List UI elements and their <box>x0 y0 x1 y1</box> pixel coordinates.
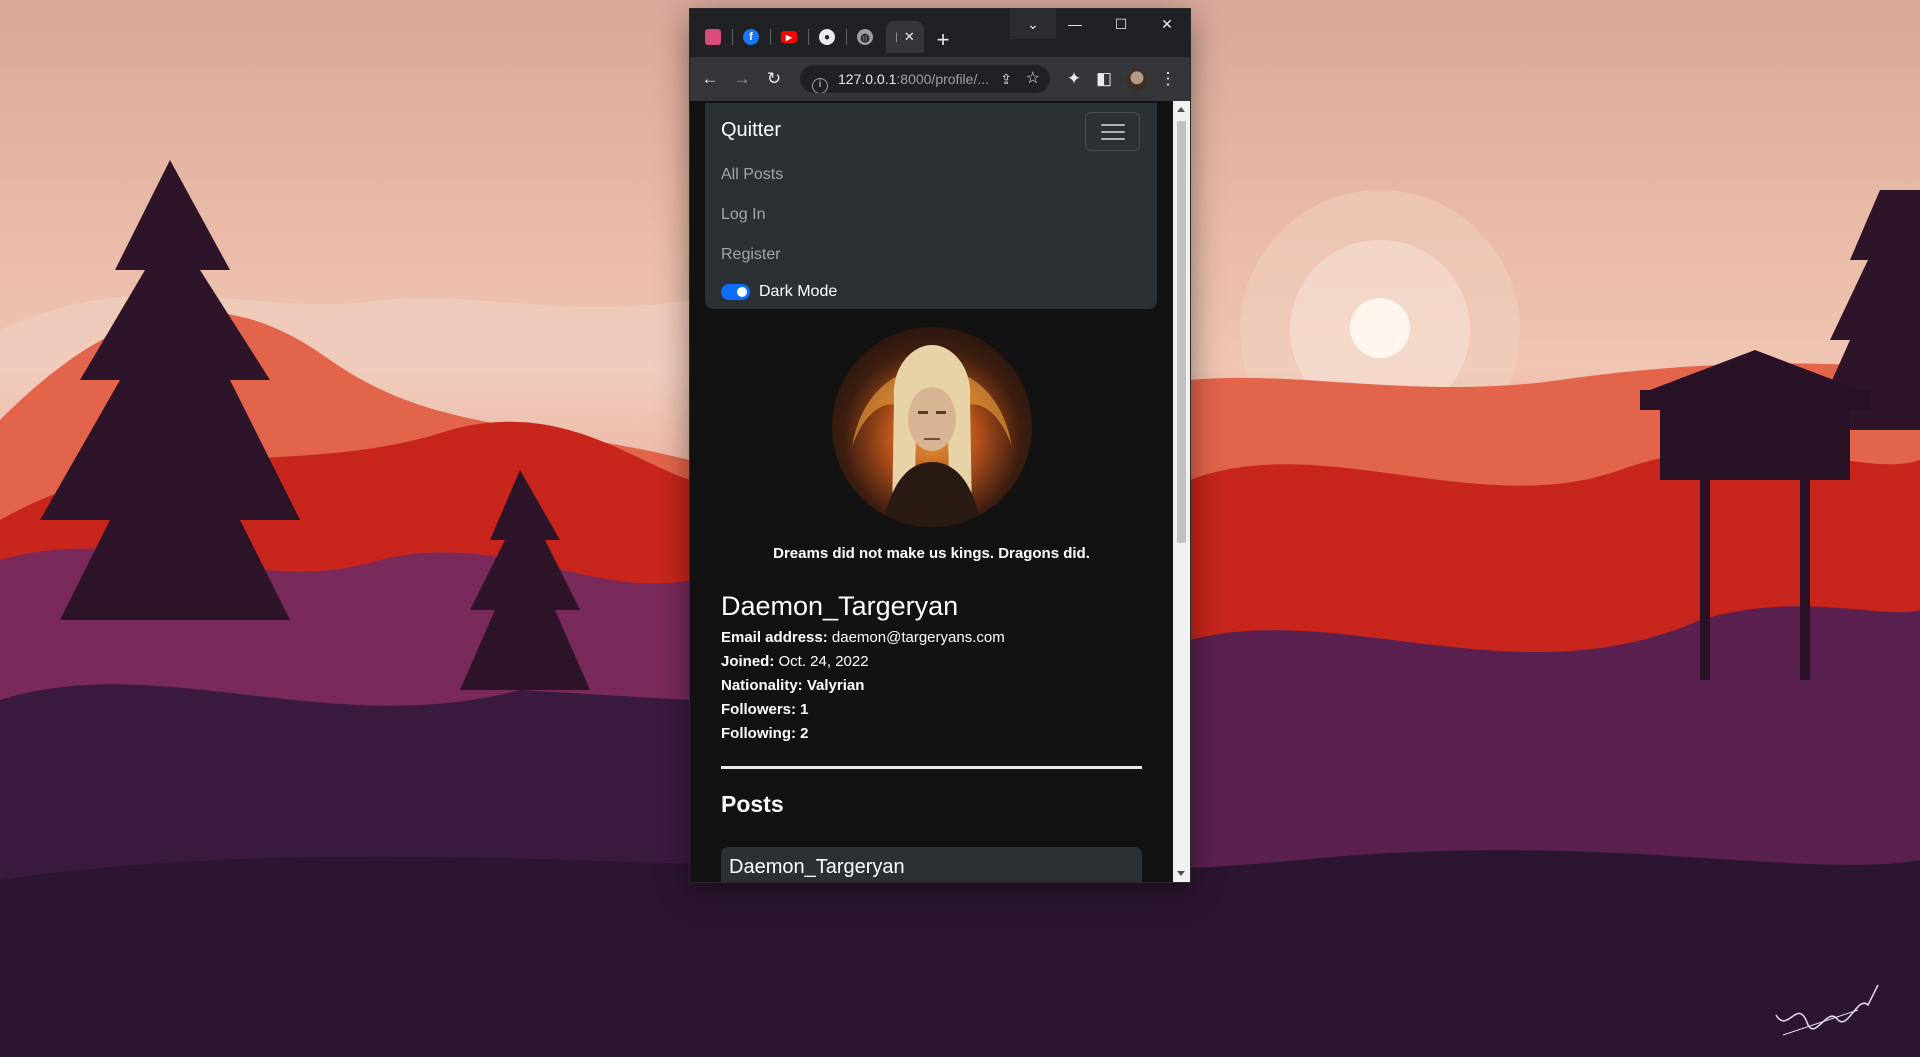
puzzle-icon: ✦ <box>1066 69 1082 88</box>
browser-window: f ▶ ● ◍ | ✕ + ⌄ — ☐ ✕ ← → ↻ i 127.0.0.1:8… <box>690 9 1190 882</box>
tab-separator <box>770 29 771 45</box>
dark-mode-switch[interactable] <box>721 284 750 300</box>
followers-line: Followers: 1 <box>721 701 809 718</box>
nationality-line: Nationality: Valyrian <box>721 677 864 694</box>
tab-separator <box>732 29 733 45</box>
following-line: Following: 2 <box>721 725 809 742</box>
new-tab-button[interactable]: + <box>930 28 956 54</box>
nav-link-all-posts[interactable]: All Posts <box>721 166 783 184</box>
back-button[interactable]: ← <box>698 67 722 91</box>
artist-signature <box>1775 984 1879 1036</box>
side-panel-button[interactable]: ◧ <box>1092 67 1116 91</box>
browser-toolbar: ← → ↻ i 127.0.0.1:8000/profile/... ⇪ ☆ ✦ … <box>690 57 1190 101</box>
profile-avatar-icon[interactable] <box>1126 69 1148 91</box>
maximize-button[interactable]: ☐ <box>1098 9 1144 39</box>
dark-mode-label: Dark Mode <box>759 283 838 300</box>
page-scrollbar[interactable] <box>1173 101 1190 882</box>
section-divider <box>721 766 1142 769</box>
joined-line: Joined: Oct. 24, 2022 <box>721 653 869 670</box>
hamburger-icon <box>1101 138 1125 140</box>
nav-link-log-in[interactable]: Log In <box>721 206 765 224</box>
url-host: 127.0.0.1 <box>838 71 897 87</box>
kebab-menu-icon: ⋮ <box>1159 69 1177 88</box>
close-window-button[interactable]: ✕ <box>1144 9 1190 39</box>
minimize-button[interactable]: — <box>1052 9 1098 39</box>
side-panel-icon: ◧ <box>1095 69 1113 88</box>
scrollbar-thumb[interactable] <box>1177 121 1186 543</box>
dark-mode-toggle[interactable]: Dark Mode <box>721 282 837 302</box>
scroll-up-icon[interactable] <box>1177 107 1185 112</box>
profile-quote: Dreams did not make us kings. Dragons di… <box>773 545 1090 562</box>
nationality-text: Nationality: Valyrian <box>721 677 865 694</box>
scroll-down-icon[interactable] <box>1177 871 1185 876</box>
maximize-icon: ☐ <box>1114 16 1128 32</box>
tab-globe[interactable]: ◍ <box>848 21 882 53</box>
url-path: :8000/profile/... <box>896 71 990 87</box>
site-info-icon[interactable]: i <box>812 78 828 93</box>
profile-username: Daemon_Targeryan <box>721 591 959 621</box>
hamburger-icon <box>1101 124 1125 126</box>
tab-separator <box>808 29 809 45</box>
close-icon: ✕ <box>1161 16 1173 32</box>
tab-1[interactable] <box>696 21 730 53</box>
back-arrow-icon: ← <box>701 69 719 88</box>
post-author[interactable]: Daemon_Targeryan <box>729 856 905 879</box>
email-label: Email address: <box>721 629 828 646</box>
chevron-down-icon: ⌄ <box>1027 16 1039 32</box>
followers-text: Followers: 1 <box>721 701 809 718</box>
reload-icon: ↻ <box>766 69 782 88</box>
forward-arrow-icon: → <box>733 69 751 88</box>
joined-value: Oct. 24, 2022 <box>778 653 869 670</box>
browser-menu-button[interactable]: ⋮ <box>1156 67 1180 91</box>
tab-separator <box>846 29 847 45</box>
tab-github[interactable]: ● <box>810 21 844 53</box>
share-icon[interactable]: ⇪ <box>1000 65 1012 93</box>
following-text: Following: 2 <box>721 725 809 742</box>
tab-strip: f ▶ ● ◍ | ✕ + ⌄ — ☐ ✕ <box>690 9 1190 57</box>
address-bar[interactable]: i 127.0.0.1:8000/profile/... ⇪ ☆ <box>800 65 1050 93</box>
navbar-brand[interactable]: Quitter <box>721 119 781 142</box>
loading-icon: | <box>895 31 898 43</box>
profile-portrait-image <box>852 345 1012 527</box>
posts-heading: Posts <box>721 791 784 817</box>
bookmark-star-icon[interactable]: ☆ <box>1026 65 1040 93</box>
site-favicon-icon <box>705 29 721 45</box>
navbar-toggler-button[interactable] <box>1085 112 1140 151</box>
post-card[interactable]: Daemon_Targeryan <box>721 847 1142 882</box>
joined-label: Joined: <box>721 653 775 670</box>
page-viewport: Quitter All Posts Log In Register Dark M… <box>690 101 1173 882</box>
close-tab-icon[interactable]: ✕ <box>904 29 915 45</box>
reload-button[interactable]: ↻ <box>762 67 786 91</box>
minimize-icon: — <box>1068 16 1082 32</box>
github-icon: ● <box>819 29 835 45</box>
nav-link-register[interactable]: Register <box>721 246 781 264</box>
navbar: Quitter All Posts Log In Register Dark M… <box>705 103 1157 309</box>
tab-facebook[interactable]: f <box>734 21 768 53</box>
youtube-icon: ▶ <box>781 31 797 43</box>
email-value: daemon@targeryans.com <box>831 629 1005 646</box>
forward-button[interactable]: → <box>730 67 754 91</box>
tab-youtube[interactable]: ▶ <box>772 21 806 53</box>
extensions-button[interactable]: ✦ <box>1062 67 1086 91</box>
email-line: Email address: daemon@targeryans.com <box>721 629 1005 646</box>
profile-picture <box>832 327 1032 527</box>
globe-icon: ◍ <box>857 29 873 45</box>
tab-search-button[interactable]: ⌄ <box>1010 9 1056 39</box>
tab-active[interactable]: | ✕ <box>886 21 924 53</box>
hamburger-icon <box>1101 131 1125 133</box>
facebook-icon: f <box>743 29 759 45</box>
